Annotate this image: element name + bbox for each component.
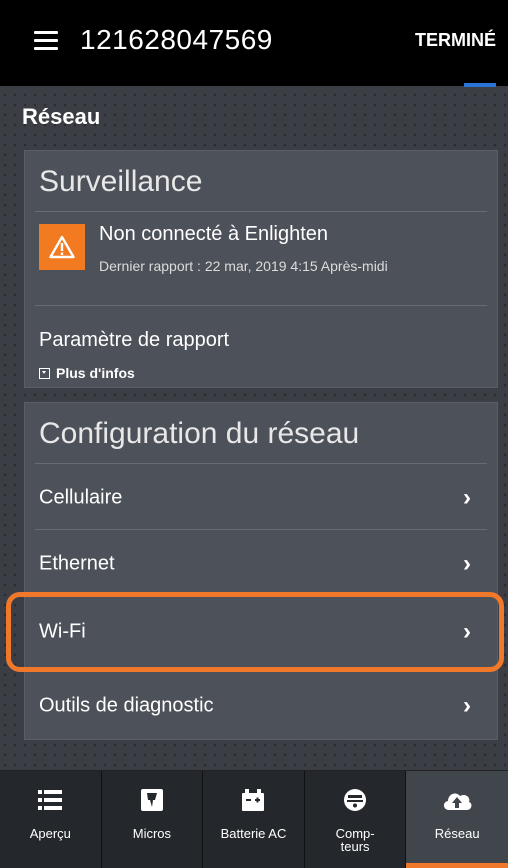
done-underline: [464, 83, 496, 87]
menu-row-diagnostic-tools[interactable]: Outils de diagnostic ›: [25, 673, 499, 739]
active-tab-indicator: [406, 863, 508, 868]
top-app-bar: 121628047569 TERMINÉ: [0, 0, 508, 87]
divider: [35, 305, 487, 306]
meter-icon: [343, 787, 367, 813]
wifi-highlight-outline: [6, 592, 504, 672]
tab-label: Batterie AC: [220, 826, 287, 841]
divider: [35, 463, 487, 464]
page-title: Réseau: [22, 104, 101, 129]
menu-row-ethernet[interactable]: Ethernet ›: [25, 531, 499, 597]
more-info-label: Plus d'infos: [56, 365, 135, 381]
tab-ac-battery[interactable]: Batterie AC: [203, 771, 305, 868]
network-config-card: Configuration du réseau Cellulaire › Eth…: [24, 402, 498, 740]
menu-row-cellular[interactable]: Cellulaire ›: [25, 465, 499, 531]
tab-network[interactable]: Réseau: [406, 771, 508, 868]
divider: [35, 211, 487, 212]
tab-label: Aperçu: [29, 826, 71, 841]
expand-box-icon: [39, 367, 50, 379]
battery-icon: [241, 787, 265, 813]
hamburger-menu-icon[interactable]: [34, 31, 58, 51]
row-label: Ethernet: [39, 552, 115, 575]
device-id-title: 121628047569: [80, 24, 273, 55]
done-button[interactable]: TERMINÉ: [415, 30, 496, 51]
chevron-right-icon: ›: [463, 692, 471, 719]
cloud-upload-icon: [441, 787, 473, 813]
monitoring-card: Surveillance Non connecté à Enlighten De…: [24, 150, 498, 388]
list-icon: [38, 787, 63, 813]
tab-micros[interactable]: Micros: [101, 771, 204, 868]
tab-overview[interactable]: Aperçu: [0, 771, 102, 868]
row-label: Outils de diagnostic: [39, 694, 214, 717]
report-setting-label[interactable]: Paramètre de rapport: [39, 329, 229, 352]
monitoring-heading: Surveillance: [39, 165, 203, 198]
warning-icon: [39, 224, 85, 270]
tab-label: Réseau: [434, 826, 480, 841]
chevron-right-icon: ›: [463, 484, 471, 511]
network-config-heading: Configuration du réseau: [39, 417, 360, 450]
chevron-right-icon: ›: [463, 550, 471, 577]
tab-label: Micros: [132, 826, 172, 841]
divider: [35, 529, 487, 530]
bottom-navigation: Aperçu Micros Batterie AC Comp- teurs Ré…: [0, 770, 508, 868]
tab-meters[interactable]: Comp- teurs: [304, 771, 407, 868]
row-label: Cellulaire: [39, 486, 123, 509]
tab-label: Comp- teurs: [335, 826, 375, 854]
microinverter-icon: [140, 787, 164, 813]
last-report-text: Dernier rapport : 22 mar, 2019 4:15 Aprè…: [99, 258, 388, 274]
connection-status-title: Non connecté à Enlighten: [99, 223, 329, 245]
more-info-link[interactable]: Plus d'infos: [39, 365, 135, 381]
